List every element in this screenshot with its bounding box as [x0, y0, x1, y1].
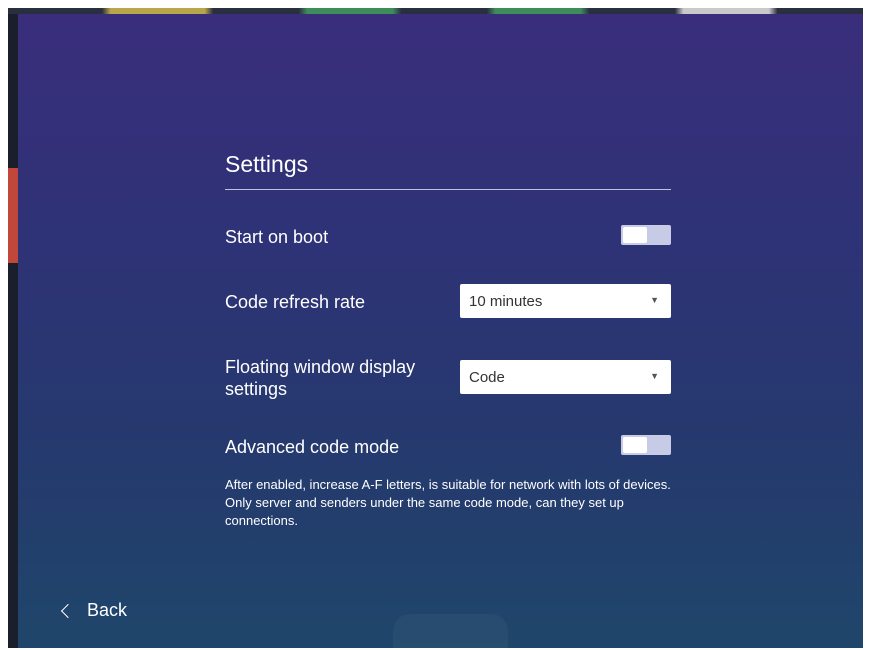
floating-window-label: Floating window display settings: [225, 357, 416, 399]
caret-down-icon: ▼: [650, 295, 659, 305]
settings-panel: Settings Start on boot Code refresh rate…: [18, 14, 863, 648]
title-divider: [225, 189, 671, 190]
advanced-code-mode-toggle[interactable]: [621, 435, 671, 455]
back-button[interactable]: Back: [60, 600, 128, 621]
caret-down-icon: ▼: [650, 371, 659, 381]
background-edge: [8, 168, 18, 263]
page-title: Settings: [225, 151, 309, 177]
code-refresh-rate-select[interactable]: 10 minutes ▼: [460, 284, 671, 318]
advanced-code-mode-label: Advanced code mode: [225, 437, 400, 457]
code-refresh-rate-label: Code refresh rate: [225, 292, 366, 312]
floating-window-select[interactable]: Code ▼: [460, 360, 671, 394]
code-refresh-rate-value: 10 minutes: [469, 293, 543, 310]
screen-frame: Settings Start on boot Code refresh rate…: [8, 8, 863, 648]
background-button-ghost: [393, 614, 508, 648]
chevron-left-icon: [60, 603, 76, 618]
back-label: Back: [87, 600, 128, 620]
advanced-code-mode-description: After enabled, increase A-F letters, is …: [225, 477, 671, 528]
floating-window-value: Code: [469, 369, 505, 386]
start-on-boot-toggle[interactable]: [621, 225, 671, 245]
start-on-boot-label: Start on boot: [225, 227, 329, 247]
toggle-knob: [623, 227, 647, 243]
toggle-knob: [623, 437, 647, 453]
